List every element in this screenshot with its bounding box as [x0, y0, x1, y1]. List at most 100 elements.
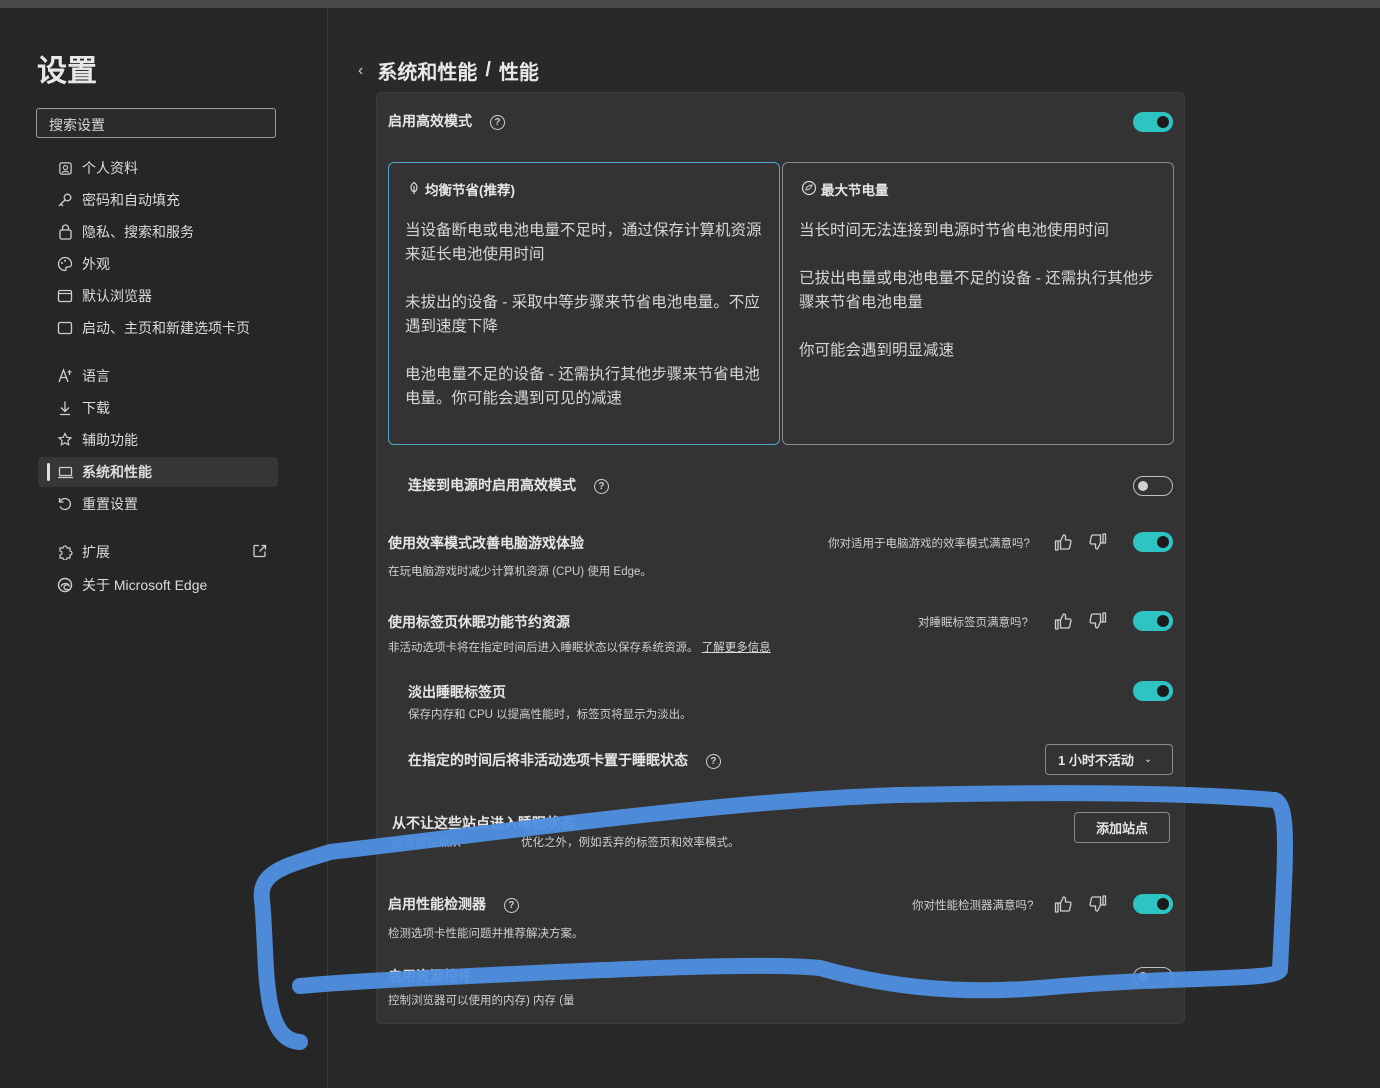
thumbs-up-icon[interactable] [1052, 531, 1074, 553]
sidebar-item-label: 下载 [82, 400, 110, 416]
sidebar-item-system-performance[interactable]: 系统和性能 [38, 457, 278, 487]
sleeping-tabs-label: 使用标签页休眠功能节约资源 [388, 614, 570, 630]
mode-title: 均衡节省(推荐) [407, 179, 515, 199]
sidebar-item-startup[interactable]: 启动、主页和新建选项卡页 [38, 313, 278, 343]
sidebar-item-reset[interactable]: 重置设置 [38, 489, 278, 519]
breadcrumb-separator: / [485, 59, 491, 81]
gaming-toggle[interactable] [1133, 532, 1173, 552]
fade-tabs-desc: 保存内存和 CPU 以提高性能时，标签页将显示为淡出。 [408, 709, 692, 721]
resource-controls-toggle[interactable] [1133, 967, 1173, 987]
mode-paragraph: 电池电量不足的设备 - 还需执行其他步骤来节省电池电量。你可能会遇到可见的减速 [405, 366, 760, 407]
mode-paragraph: 当长时间无法连接到电源时节省电池使用时间 [799, 222, 1110, 239]
thumbs-down-icon[interactable] [1087, 893, 1109, 915]
search-input[interactable]: 搜索设置 [36, 108, 276, 138]
help-icon[interactable]: ? [705, 753, 721, 769]
sidebar-item-privacy[interactable]: 隐私、搜索和服务 [38, 217, 278, 247]
perf-detector-desc: 检测选项卡性能问题并推荐解决方案。 [388, 928, 584, 940]
sidebar-item-accessibility[interactable]: 辅助功能 [38, 425, 278, 455]
mode-title: 最大节电量 [801, 179, 889, 199]
gaming-label: 使用效率模式改善电脑游戏体验 [388, 535, 584, 551]
mode-title-text: 均衡节省(推荐) [425, 183, 515, 198]
plugged-in-toggle[interactable] [1133, 476, 1173, 496]
sidebar-item-language[interactable]: 语言 [38, 361, 278, 391]
efficiency-mode-label: 启用高效模式 [388, 113, 472, 129]
sidebar-item-passwords[interactable]: 密码和自动填充 [38, 185, 278, 215]
back-chevron-icon[interactable]: ‹ [358, 62, 363, 80]
add-site-button[interactable]: 添加站点 [1074, 812, 1170, 843]
sidebar-item-label: 扩展 [82, 544, 110, 560]
gaming-feedback-question: 你对适用于电脑游戏的效率模式满意吗? [828, 538, 1030, 550]
laptop-icon [56, 463, 74, 481]
leaf-icon [407, 181, 421, 198]
perf-detector-label: 启用性能检测器 [388, 896, 486, 912]
sidebar-item-label: 重置设置 [82, 496, 138, 512]
sleep-after-dropdown[interactable]: 1 小时不活动 ⌄ [1045, 744, 1173, 775]
never-sleep-desc-start: 这会将站点从 [392, 837, 461, 849]
thumbs-up-icon[interactable] [1052, 610, 1074, 632]
sidebar-item-label: 个人资料 [82, 160, 138, 176]
never-sleep-desc-tail: 优化之外，例如丢弃的标签页和效率模式。 [521, 837, 740, 849]
sidebar-item-label: 启动、主页和新建选项卡页 [82, 320, 250, 336]
mode-card-maximum[interactable]: 最大节电量 当长时间无法连接到电源时节省电池使用时间 已拔出电量或电池电量不足的… [782, 162, 1174, 445]
sidebar-item-label: 外观 [82, 256, 110, 272]
plugged-in-row: 连接到电源时启用高效模式 ? [408, 475, 609, 495]
mode-paragraph: 当设备断电或电池电量不足时，通过保存计算机资源来延长电池使用时间 [405, 222, 762, 263]
mode-card-balanced[interactable]: 均衡节省(推荐) 当设备断电或电池电量不足时，通过保存计算机资源来延长电池使用时… [388, 162, 780, 445]
never-sleep-label: 从不让这些站点进入睡眠状态 [392, 815, 574, 831]
help-icon[interactable]: ? [593, 478, 609, 494]
settings-sidebar: 设置 搜索设置 个人资料 密码和自动填充 隐私、搜索和服务 外观 默认浏览器 启… [0, 8, 328, 1088]
gaming-desc: 在玩电脑游戏时减少计算机资源 (CPU) 使用 Edge。 [388, 566, 652, 578]
external-link-icon[interactable] [252, 543, 268, 562]
sidebar-item-label: 隐私、搜索和服务 [82, 224, 194, 240]
breadcrumb-parent[interactable]: 系统和性能 [377, 56, 477, 85]
sidebar-item-appearance[interactable]: 外观 [38, 249, 278, 279]
perf-detector-row: 启用性能检测器 ? [388, 894, 519, 914]
efficiency-mode-toggle[interactable] [1133, 112, 1173, 132]
breadcrumb: ‹ 系统和性能 / 性能 [358, 56, 539, 85]
perf-detector-toggle[interactable] [1133, 894, 1173, 914]
thumbs-down-icon[interactable] [1087, 531, 1109, 553]
sidebar-item-label: 系统和性能 [82, 464, 152, 480]
download-icon [56, 399, 74, 417]
profile-icon [56, 159, 74, 177]
sidebar-item-extensions[interactable]: 扩展 [38, 537, 278, 567]
mode-paragraph: 未拔出的设备 - 采取中等步骤来节省电池电量。不应遇到速度下降 [405, 294, 760, 335]
learn-more-link[interactable]: 了解更多信息 [702, 642, 771, 654]
sleep-after-row: 在指定的时间后将非活动选项卡置于睡眠状态 ? [408, 750, 721, 770]
sidebar-item-label: 密码和自动填充 [82, 192, 180, 208]
mode-paragraph: 已拔出电量或电池电量不足的设备 - 还需执行其他步骤来节省电池电量 [799, 270, 1154, 311]
resource-controls-desc: 控制浏览器可以使用的内存) 内存 (量 [388, 995, 575, 1007]
sleeping-tabs-desc: 非活动选项卡将在指定时间后进入睡眠状态以保存系统资源。 [388, 642, 699, 654]
sidebar-item-default-browser[interactable]: 默认浏览器 [38, 281, 278, 311]
help-icon[interactable]: ? [503, 897, 519, 913]
window-top-bar [0, 0, 1380, 8]
accessibility-icon [56, 431, 74, 449]
breadcrumb-current: 性能 [498, 62, 539, 84]
edge-icon [56, 576, 74, 594]
sleeping-tabs-toggle[interactable] [1133, 611, 1173, 631]
sidebar-item-downloads[interactable]: 下载 [38, 393, 278, 423]
sleeping-tabs-desc-row: 非活动选项卡将在指定时间后进入睡眠状态以保存系统资源。 了解更多信息 [388, 639, 771, 655]
lock-icon [56, 223, 74, 241]
thumbs-down-icon[interactable] [1087, 610, 1109, 632]
sidebar-item-about[interactable]: 关于 Microsoft Edge [38, 570, 278, 600]
fade-tabs-label: 淡出睡眠标签页 [408, 684, 506, 700]
key-icon [56, 191, 74, 209]
battery-saver-icon [801, 180, 817, 199]
mode-paragraph: 你可能会遇到明显减速 [799, 342, 955, 359]
puzzle-icon [56, 543, 74, 561]
sidebar-item-label: 关于 Microsoft Edge [82, 577, 208, 593]
fade-tabs-toggle[interactable] [1133, 681, 1173, 701]
chevron-down-icon: ⌄ [1143, 754, 1153, 765]
efficiency-mode-row: 启用高效模式 ? [388, 111, 505, 131]
sleep-after-label: 在指定的时间后将非活动选项卡置于睡眠状态 [408, 752, 688, 768]
language-icon [56, 367, 74, 385]
sleeping-tabs-feedback-question: 对睡眠标签页满意吗? [918, 617, 1028, 629]
mode-title-text: 最大节电量 [821, 183, 889, 198]
sidebar-item-label: 默认浏览器 [82, 288, 152, 304]
help-icon[interactable]: ? [489, 114, 505, 130]
thumbs-up-icon[interactable] [1052, 893, 1074, 915]
sleep-after-value: 1 小时不活动 [1058, 753, 1134, 768]
perf-detector-feedback-question: 你对性能检测器满意吗? [912, 900, 1034, 912]
sidebar-item-profile[interactable]: 个人资料 [38, 153, 278, 183]
